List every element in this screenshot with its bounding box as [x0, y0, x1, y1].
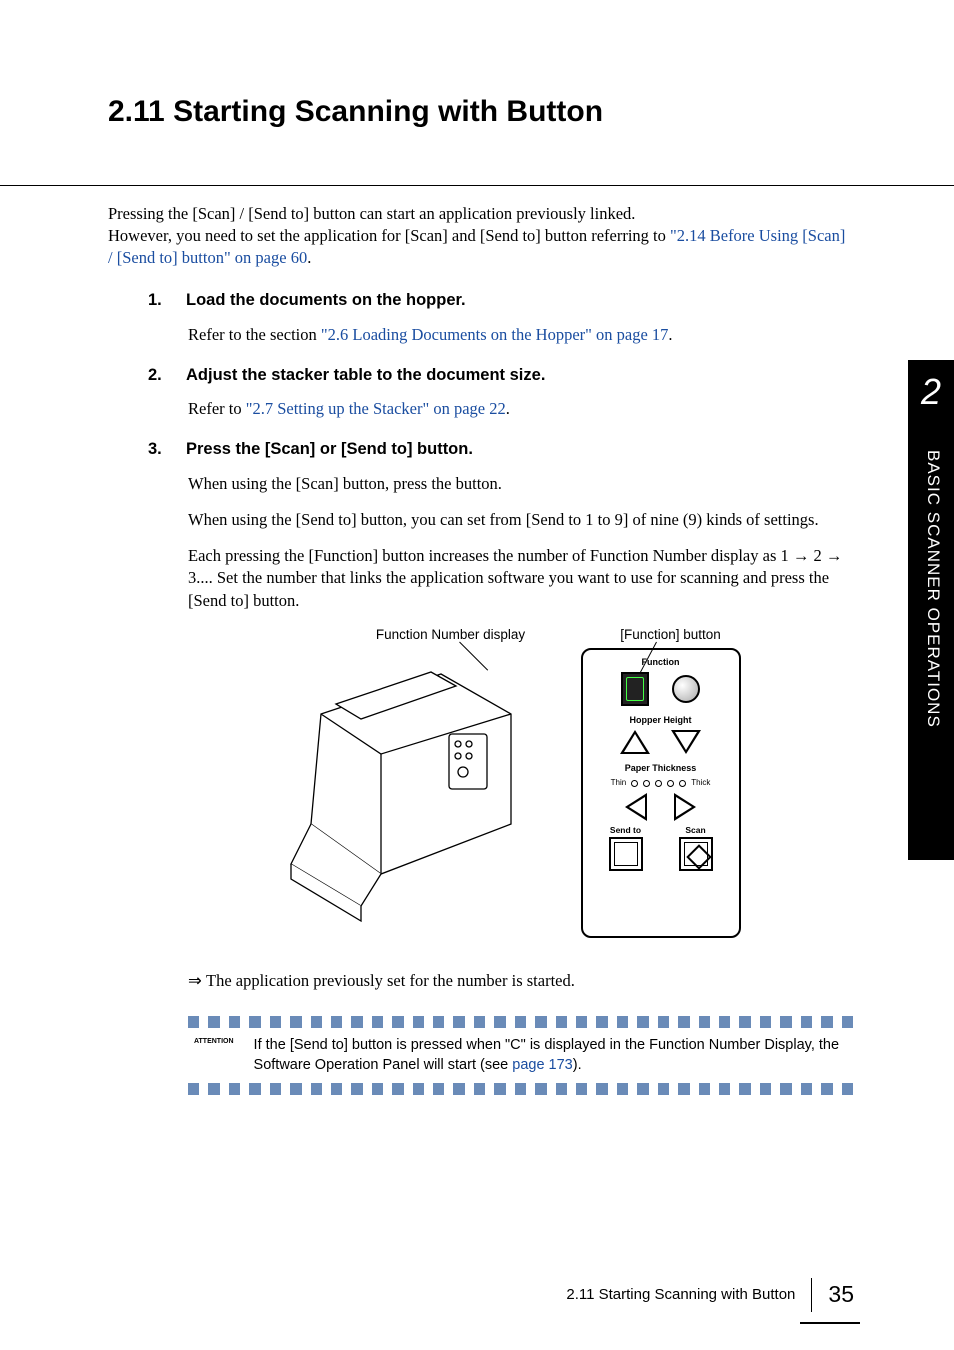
thickness-indicator: Thin Thick: [591, 778, 731, 789]
step-1: 1. Load the documents on the hopper. Ref…: [148, 289, 853, 346]
result-text: The application previously set for the n…: [206, 971, 575, 990]
thin-label: Thin: [611, 778, 627, 789]
scan-label: Scan: [679, 825, 713, 836]
step-2-pre: Refer to: [188, 399, 246, 418]
control-panel: Function Hopper Height Paper Thickness: [581, 648, 741, 938]
result-line: ⇒The application previously set for the …: [188, 970, 853, 992]
function-button: [672, 675, 700, 703]
link-stacker[interactable]: "2.7 Setting up the Stacker" on page 22: [246, 399, 506, 418]
footer-section-title: 2.11 Starting Scanning with Button: [566, 1285, 795, 1305]
step-title: Load the documents on the hopper.: [186, 289, 466, 311]
chapter-title: BASIC SCANNER OPERATIONS: [921, 450, 944, 728]
step-2-post: .: [506, 399, 510, 418]
step-3: 3. Press the [Scan] or [Send to] button.…: [148, 438, 853, 1105]
link-page-173[interactable]: page 173: [512, 1057, 572, 1073]
steps-list: 1. Load the documents on the hopper. Ref…: [148, 289, 853, 1105]
intro-line2-post: .: [307, 248, 311, 267]
link-loading-docs[interactable]: "2.6 Loading Documents on the Hopper" on…: [321, 325, 669, 344]
attention-callout: ATTENTION If the [Send to] button is pre…: [188, 1006, 853, 1105]
hopper-down-icon: [671, 730, 701, 754]
page-heading: 2.11 Starting Scanning with Button: [108, 92, 853, 133]
step-2-body: Refer to "2.7 Setting up the Stacker" on…: [188, 398, 853, 420]
step-3-p3: Each pressing the [Function] button incr…: [188, 545, 853, 612]
step-1-post: .: [668, 325, 672, 344]
attention-text-b: ).: [573, 1057, 582, 1073]
attention-label: ATTENTION: [194, 1037, 234, 1046]
thick-label: Thick: [691, 778, 710, 789]
intro-line2-pre: However, you need to set the application…: [108, 226, 670, 245]
intro-line2: However, you need to set the application…: [108, 225, 853, 270]
chapter-tab: 2 BASIC SCANNER OPERATIONS: [908, 360, 954, 860]
scanner-illustration: [281, 644, 541, 924]
step-number: 3.: [148, 438, 164, 460]
step-3-p1: When using the [Scan] button, press the …: [188, 473, 853, 495]
footer-underline: [800, 1322, 860, 1324]
step-1-body: Refer to the section "2.6 Loading Docume…: [188, 324, 853, 346]
step-number: 1.: [148, 289, 164, 311]
callout-border-top: [188, 1016, 853, 1028]
step-1-pre: Refer to the section: [188, 325, 321, 344]
sendto-label: Send to: [609, 825, 643, 836]
step-2: 2. Adjust the stacker table to the docum…: [148, 364, 853, 421]
page-number: 35: [811, 1278, 854, 1312]
page-content: 2.11 Starting Scanning with Button Press…: [108, 92, 853, 1123]
diagram: Function Number display [Function] butto…: [281, 626, 761, 956]
attention-text: If the [Send to] button is pressed when …: [254, 1036, 853, 1075]
step-title: Press the [Scan] or [Send to] button.: [186, 438, 473, 460]
panel-hopper-label: Hopper Height: [591, 714, 731, 726]
diagram-label-function-number: Function Number display: [361, 626, 541, 644]
intro-line1: Pressing the [Scan] / [Send to] button c…: [108, 203, 853, 225]
panel-function-label: Function: [591, 656, 731, 668]
scan-button-icon: [679, 837, 713, 871]
thickness-left-icon: [625, 793, 647, 821]
step-3-p2: When using the [Send to] button, you can…: [188, 509, 853, 531]
chapter-number: 2: [908, 360, 954, 417]
intro-block: Pressing the [Scan] / [Send to] button c…: [108, 203, 853, 270]
function-number-display: [621, 672, 649, 706]
sendto-button-icon: [609, 837, 643, 871]
hopper-up-icon: [620, 730, 650, 754]
callout-border-bottom: [188, 1083, 853, 1095]
result-arrow-icon: ⇒: [188, 970, 206, 992]
thickness-right-icon: [674, 793, 696, 821]
step-title: Adjust the stacker table to the document…: [186, 364, 545, 386]
diagram-label-function-button: [Function] button: [611, 626, 731, 644]
panel-thickness-label: Paper Thickness: [591, 762, 731, 774]
page-footer: 2.11 Starting Scanning with Button 35: [566, 1278, 854, 1312]
step-number: 2.: [148, 364, 164, 386]
